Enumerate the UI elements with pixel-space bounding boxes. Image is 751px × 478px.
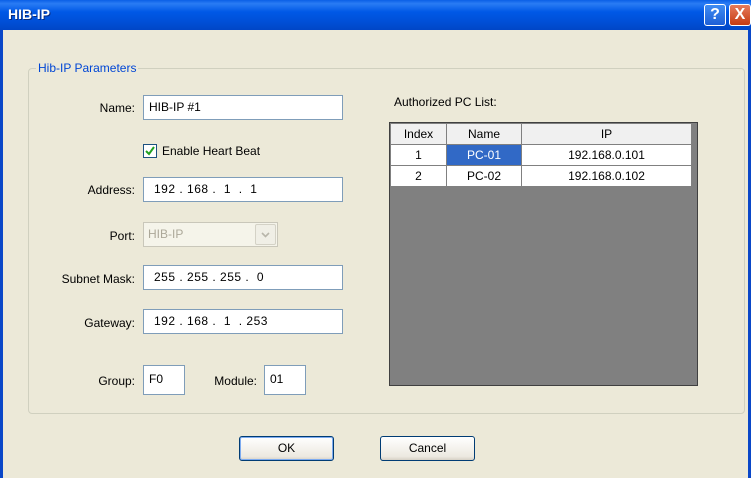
groupbox-title: Hib-IP Parameters [36,61,139,75]
table-row[interactable]: 1 PC-01 192.168.0.101 [390,144,692,166]
module-field[interactable]: 01 [264,365,306,395]
address-label: Address: [87,183,135,197]
column-header-name[interactable]: Name [446,123,522,145]
subnet-label: Subnet Mask: [61,272,135,286]
group-field[interactable]: F0 [143,365,185,395]
port-select[interactable]: HIB-IP [143,222,278,247]
row-ip-cell[interactable]: 192.168.0.102 [521,165,692,187]
window-title: HIB-IP [8,6,50,22]
column-header-ip[interactable]: IP [521,123,692,145]
cancel-button[interactable]: Cancel [380,436,475,461]
title-bar[interactable]: HIB-IP ? X [0,0,751,30]
table-header-row: Index Name IP [390,123,692,145]
dialog-window: HIB-IP ? X Hib-IP Parameters Name: HIB-I… [0,0,751,478]
row-ip-cell[interactable]: 192.168.0.101 [521,144,692,166]
heartbeat-label[interactable]: Enable Heart Beat [162,144,260,158]
group-label: Group: [98,374,135,388]
column-header-index[interactable]: Index [390,123,447,145]
checkmark-icon [145,146,155,156]
row-name-cell[interactable]: PC-02 [446,165,522,187]
gateway-label: Gateway: [84,316,135,330]
name-label: Name: [99,101,135,115]
gateway-field[interactable]: 192 . 168 . 1 . 253 [143,309,343,334]
chevron-down-icon [261,232,270,238]
subnet-field[interactable]: 255 . 255 . 255 . 0 [143,265,343,290]
module-label: Module: [214,374,257,388]
row-index-cell[interactable]: 2 [390,165,447,187]
ok-button[interactable]: OK [239,436,334,461]
pc-list-title: Authorized PC List: [394,95,497,109]
close-button[interactable]: X [729,4,751,26]
port-select-value: HIB-IP [148,227,184,241]
window-border-left [0,30,3,478]
port-dropdown-button[interactable] [255,224,276,245]
pc-table[interactable]: Index Name IP 1 PC-01 192.168.0.101 2 PC… [390,123,692,187]
row-index-cell[interactable]: 1 [390,144,447,166]
table-row[interactable]: 2 PC-02 192.168.0.102 [390,165,692,187]
help-button[interactable]: ? [704,4,726,26]
port-label: Port: [109,229,135,243]
row-name-cell[interactable]: PC-01 [446,144,522,166]
address-field[interactable]: 192 . 168 . 1 . 1 [143,177,343,202]
pc-list-grid[interactable]: Index Name IP 1 PC-01 192.168.0.101 2 PC… [389,122,698,386]
heartbeat-checkbox[interactable] [143,144,157,158]
name-field[interactable]: HIB-IP #1 [143,95,343,120]
